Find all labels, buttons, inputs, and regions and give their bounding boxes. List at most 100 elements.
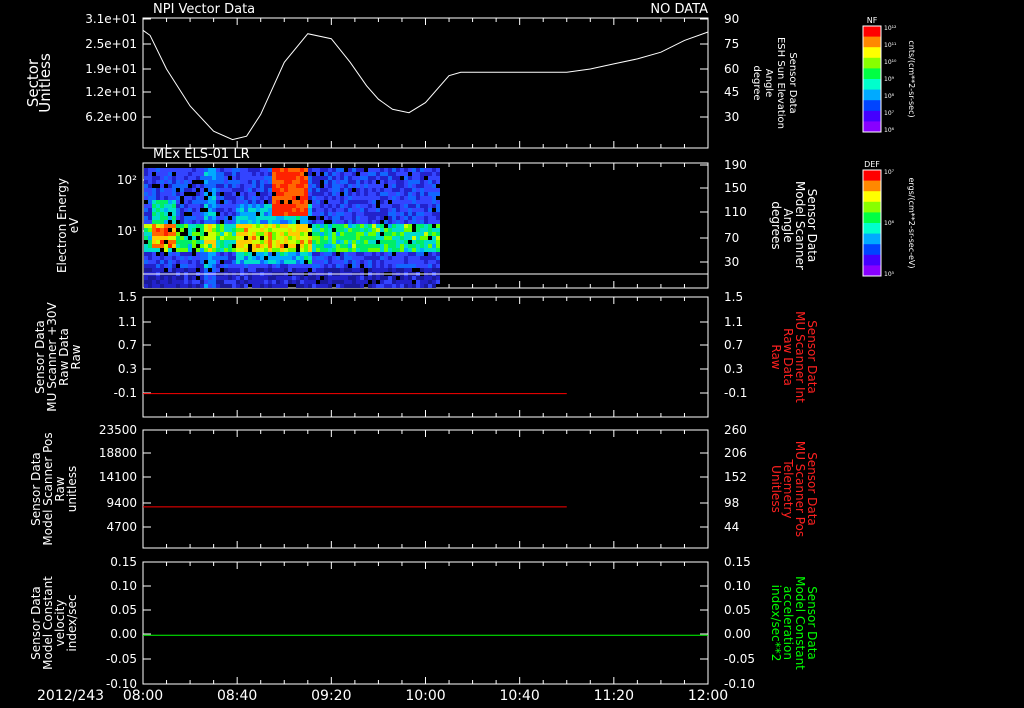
spectrogram-cell <box>256 224 260 228</box>
spectrogram-cell <box>196 192 200 196</box>
spectrogram-cell <box>212 180 216 184</box>
spectrogram-cell <box>276 280 280 284</box>
spectrogram-cell <box>252 168 256 172</box>
spectrogram-cell <box>272 232 276 236</box>
spectrogram-cell <box>260 184 264 188</box>
spectrogram-cell <box>228 180 232 184</box>
spectrogram-cell <box>336 244 340 248</box>
spectrogram-cell <box>284 212 288 216</box>
spectrogram-cell <box>168 244 172 248</box>
spectrogram-cell <box>288 216 292 220</box>
y-tick-label: 4700 <box>106 520 137 534</box>
spectrogram-cell <box>308 196 312 200</box>
spectrogram-cell <box>260 168 264 172</box>
spectrogram-cell <box>420 268 424 272</box>
spectrogram-cell <box>288 196 292 200</box>
spectrogram-cell <box>332 260 336 264</box>
spectrogram-cell <box>420 228 424 232</box>
spectrogram-cell <box>372 268 376 272</box>
spectrogram-cell <box>396 184 400 188</box>
spectrogram-cell <box>436 280 440 284</box>
spectrogram-cell <box>224 180 228 184</box>
spectrogram-cell <box>216 268 220 272</box>
colorbar-tick: 10⁵ <box>884 271 895 278</box>
spectrogram-cell <box>412 264 416 268</box>
spectrogram-cell <box>344 212 348 216</box>
spectrogram-cell <box>296 264 300 268</box>
spectrogram-cell <box>320 256 324 260</box>
spectrogram-cell <box>296 180 300 184</box>
spectrogram-cell <box>176 280 180 284</box>
spectrogram-cell <box>236 244 240 248</box>
spectrogram-cell <box>164 280 168 284</box>
spectrogram-cell <box>264 228 268 232</box>
spectrogram-cell <box>376 248 380 252</box>
spectrogram-cell <box>228 244 232 248</box>
spectrogram-cell <box>244 240 248 244</box>
panel-3-frame <box>142 296 709 418</box>
spectrogram-cell <box>360 280 364 284</box>
spectrogram-cell <box>216 248 220 252</box>
spectrogram-cell <box>256 220 260 224</box>
spectrogram-cell <box>424 248 428 252</box>
spectrogram-cell <box>328 212 332 216</box>
spectrogram-cell <box>344 244 348 248</box>
spectrogram-cell <box>144 232 148 236</box>
spectrogram-cell <box>244 180 248 184</box>
spectrogram-cell <box>404 252 408 256</box>
spectrogram-cell <box>412 240 416 244</box>
y2-tick-label: 206 <box>724 446 747 460</box>
spectrogram-cell <box>340 284 344 288</box>
spectrogram-cell <box>272 276 276 280</box>
y2-tick-label: 1.5 <box>724 290 743 304</box>
spectrogram-cell <box>176 184 180 188</box>
spectrogram-cell <box>328 244 332 248</box>
spectrogram-cell <box>300 192 304 196</box>
spectrogram-cell <box>288 252 292 256</box>
spectrogram-cell <box>244 252 248 256</box>
y-tick-label: 6.2e+00 <box>85 110 137 124</box>
spectrogram-cell <box>372 180 376 184</box>
spectrogram-cell <box>148 176 152 180</box>
spectrogram-cell <box>280 268 284 272</box>
spectrogram-cell <box>148 216 152 220</box>
spectrogram-cell <box>400 256 404 260</box>
spectrogram-cell <box>424 180 428 184</box>
spectrogram-cell <box>212 248 216 252</box>
spectrogram-cell <box>376 172 380 176</box>
spectrogram-cell <box>184 172 188 176</box>
spectrogram-cell <box>276 220 280 224</box>
spectrogram-cell <box>180 184 184 188</box>
spectrogram-cell <box>396 172 400 176</box>
spectrogram-cell <box>420 240 424 244</box>
spectrogram-cell <box>276 268 280 272</box>
spectrogram-cell <box>152 236 156 240</box>
spectrogram-cell <box>400 184 404 188</box>
spectrogram-cell <box>212 252 216 256</box>
spectrogram-cell <box>280 236 284 240</box>
spectrogram-cell <box>304 248 308 252</box>
spectrogram-cell <box>332 192 336 196</box>
spectrogram-cell <box>316 204 320 208</box>
spectrogram-cell <box>176 256 180 260</box>
spectrogram-cell <box>328 204 332 208</box>
spectrogram-cell <box>244 200 248 204</box>
spectrogram-cell <box>288 240 292 244</box>
spectrogram-cell <box>148 184 152 188</box>
spectrogram-cell <box>312 276 316 280</box>
spectrogram-cell <box>376 252 380 256</box>
spectrogram-cell <box>304 192 308 196</box>
spectrogram-cell <box>388 176 392 180</box>
spectrogram-cell <box>212 228 216 232</box>
spectrogram-cell <box>320 192 324 196</box>
spectrogram-cell <box>400 220 404 224</box>
spectrogram-cell <box>172 184 176 188</box>
spectrogram-cell <box>396 280 400 284</box>
spectrogram-cell <box>192 260 196 264</box>
spectrogram-cell <box>284 192 288 196</box>
spectrogram-cell <box>432 212 436 216</box>
spectrogram-cell <box>148 224 152 228</box>
spectrogram-cell <box>220 176 224 180</box>
spectrogram-cell <box>208 172 212 176</box>
spectrogram-cell <box>176 276 180 280</box>
